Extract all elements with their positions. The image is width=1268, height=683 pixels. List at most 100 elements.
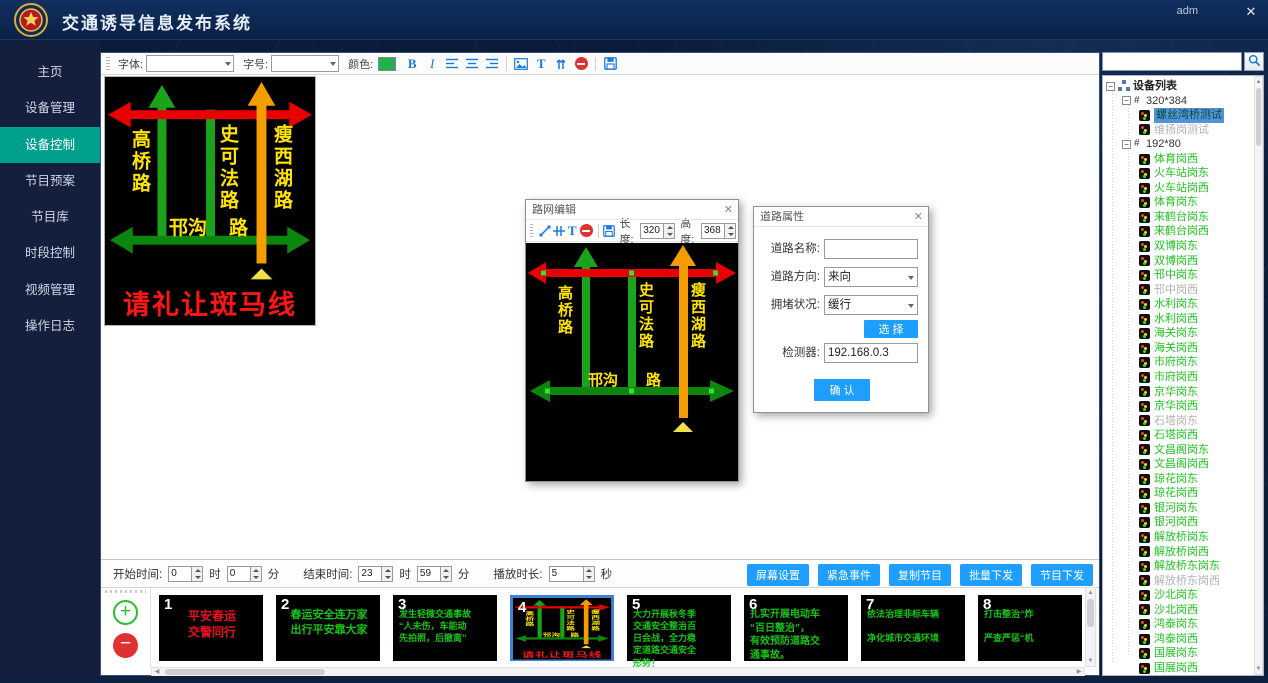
italic-button[interactable]: I: [423, 55, 441, 73]
select-button[interactable]: 选 择: [864, 320, 918, 338]
device-item[interactable]: 来鹤台岗东: [1103, 210, 1263, 225]
device-tree-scrollbar[interactable]: ▲ ▼: [1254, 76, 1263, 675]
action-button-批量下发[interactable]: 批量下发: [960, 564, 1022, 586]
device-name[interactable]: 文昌阁岗东: [1154, 443, 1209, 458]
device-name[interactable]: 鸿泰岗东: [1154, 617, 1198, 632]
device-item[interactable]: 邗中岗东: [1103, 268, 1263, 283]
device-name[interactable]: 来鹤台岗东: [1154, 210, 1209, 225]
device-item[interactable]: 水利岗东: [1103, 297, 1263, 312]
device-name[interactable]: 文昌阁岗西: [1154, 457, 1209, 472]
device-name[interactable]: 琼花岗西: [1154, 486, 1198, 501]
device-item[interactable]: 邗中岗西: [1103, 283, 1263, 298]
device-name[interactable]: 体育岗东: [1154, 195, 1198, 210]
device-name[interactable]: 解放桥东岗西: [1154, 574, 1220, 589]
remove-program-button[interactable]: −: [113, 633, 138, 658]
scrollbar-thumb[interactable]: [1256, 88, 1261, 146]
device-item[interactable]: 市府岗东: [1103, 355, 1263, 370]
end-minute-stepper[interactable]: 59: [417, 566, 452, 582]
playlist-item-1[interactable]: 平安春运交警同行1: [159, 595, 263, 661]
color-swatch[interactable]: [378, 57, 396, 71]
device-name[interactable]: 石塔岗西: [1154, 428, 1198, 443]
sidebar-item-设备控制[interactable]: 设备控制: [0, 127, 100, 163]
dialog-titlebar[interactable]: 道路属性 ✕: [754, 207, 928, 227]
insert-image-button[interactable]: [512, 55, 530, 73]
align-left-button[interactable]: [443, 55, 461, 73]
device-search-button[interactable]: [1244, 52, 1264, 71]
device-item[interactable]: 石塔岗西: [1103, 428, 1263, 443]
device-item[interactable]: 沙北岗西: [1103, 603, 1263, 618]
device-name[interactable]: 解放桥岗东: [1154, 530, 1209, 545]
device-name[interactable]: 琼花岗东: [1154, 472, 1198, 487]
device-item[interactable]: 解放桥东岗东: [1103, 559, 1263, 574]
device-name[interactable]: 水利岗西: [1154, 312, 1198, 327]
device-item[interactable]: 水利岗西: [1103, 312, 1263, 327]
dialog-close-icon[interactable]: ✕: [724, 200, 733, 220]
save-button[interactable]: [601, 55, 619, 73]
device-name[interactable]: 体育岗西: [1154, 152, 1198, 167]
draw-line-button[interactable]: [539, 222, 551, 240]
device-group-192*80[interactable]: −#192*80: [1103, 137, 1263, 152]
delete-button[interactable]: [580, 222, 593, 240]
sign-preview[interactable]: 高桥路 史可法路 瘦西湖路 邗沟 路 请礼让斑马线: [104, 76, 316, 326]
device-item[interactable]: 解放桥东岗西: [1103, 574, 1263, 589]
device-name[interactable]: 双博岗东: [1154, 239, 1198, 254]
device-item[interactable]: 鸿泰岗西: [1103, 632, 1263, 647]
device-item[interactable]: 火车站岗西: [1103, 181, 1263, 196]
device-name[interactable]: 沙北岗西: [1154, 603, 1198, 618]
device-item[interactable]: 体育岗西: [1103, 152, 1263, 167]
device-name[interactable]: 市府岗西: [1154, 370, 1198, 385]
tree-expand-icon[interactable]: −: [1122, 96, 1131, 105]
device-item[interactable]: 解放桥岗西: [1103, 545, 1263, 560]
device-name[interactable]: 火车站岗东: [1154, 166, 1209, 181]
device-item[interactable]: 琼花岗东: [1103, 472, 1263, 487]
device-name[interactable]: 火车站岗西: [1154, 181, 1209, 196]
device-item[interactable]: 来鹤台岗西: [1103, 224, 1263, 239]
start-minute-stepper[interactable]: 0: [227, 566, 262, 582]
device-name[interactable]: 银河岗西: [1154, 515, 1198, 530]
tree-expand-icon[interactable]: −: [1106, 82, 1115, 91]
device-item[interactable]: 银河岗西: [1103, 515, 1263, 530]
sidebar-item-时段控制[interactable]: 时段控制: [0, 235, 100, 271]
end-hour-stepper[interactable]: 23: [358, 566, 393, 582]
tree-expand-icon[interactable]: −: [1122, 140, 1131, 149]
action-button-屏幕设置[interactable]: 屏幕设置: [747, 564, 809, 586]
sidebar-item-节目预案[interactable]: 节目预案: [0, 163, 100, 199]
device-item[interactable]: 琼花岗西: [1103, 486, 1263, 501]
device-item[interactable]: 海关岗西: [1103, 341, 1263, 356]
device-item[interactable]: 解放桥岗东: [1103, 530, 1263, 545]
device-item[interactable]: 市府岗西: [1103, 370, 1263, 385]
length-stepper[interactable]: 320: [640, 223, 675, 239]
playlist-item-4[interactable]: 高桥路 史可法路 瘦西湖路 邗沟 路 请礼让斑马线 4: [510, 595, 614, 661]
add-program-button[interactable]: +: [113, 600, 138, 625]
scrollbar-thumb[interactable]: [1087, 599, 1094, 627]
playlist-item-3[interactable]: 发生轻微交通事故“人未伤，车能动先拍照，后撤离”3: [393, 595, 497, 661]
device-name[interactable]: 邗中岗西: [1154, 283, 1198, 298]
dialog-titlebar[interactable]: 路网编辑 ✕: [526, 200, 738, 220]
playlist-item-7[interactable]: 依法治理非标车辆 净化城市交通环境7: [861, 595, 965, 661]
action-button-紧急事件[interactable]: 紧急事件: [818, 564, 880, 586]
start-hour-stepper[interactable]: 0: [168, 566, 203, 582]
device-name[interactable]: 海关岗东: [1154, 326, 1198, 341]
device-name[interactable]: 京华岗东: [1154, 385, 1198, 400]
device-name[interactable]: 维扬岗测试: [1154, 123, 1209, 138]
device-item[interactable]: 银河岗东: [1103, 501, 1263, 516]
device-name[interactable]: 来鹤台岗西: [1154, 224, 1209, 239]
playlist-item-6[interactable]: 扎实开展电动车“百日整治”，有效预防道路交通事故。6: [744, 595, 848, 661]
device-group-320*384[interactable]: −#320*384: [1103, 94, 1263, 109]
font-size-select[interactable]: [271, 55, 339, 72]
scroll-up-icon[interactable]: ▲: [1086, 588, 1095, 598]
dialog-close-icon[interactable]: ✕: [914, 207, 923, 227]
scroll-up-icon[interactable]: ▲: [1255, 77, 1262, 87]
device-item[interactable]: 维扬岗测试: [1103, 123, 1263, 138]
device-name[interactable]: 沙北岗东: [1154, 588, 1198, 603]
sidebar-item-节目库[interactable]: 节目库: [0, 199, 100, 235]
scroll-down-icon[interactable]: ▼: [1255, 664, 1262, 674]
device-item[interactable]: 鸿泰岗东: [1103, 617, 1263, 632]
sidebar-item-视频管理[interactable]: 视频管理: [0, 272, 100, 308]
device-name[interactable]: 京华岗西: [1154, 399, 1198, 414]
device-name[interactable]: 银河岗东: [1154, 501, 1198, 516]
font-select[interactable]: [146, 55, 234, 72]
road-name-input[interactable]: [824, 239, 918, 259]
device-name[interactable]: 鸿泰岗西: [1154, 632, 1198, 647]
height-stepper[interactable]: 368: [701, 223, 736, 239]
